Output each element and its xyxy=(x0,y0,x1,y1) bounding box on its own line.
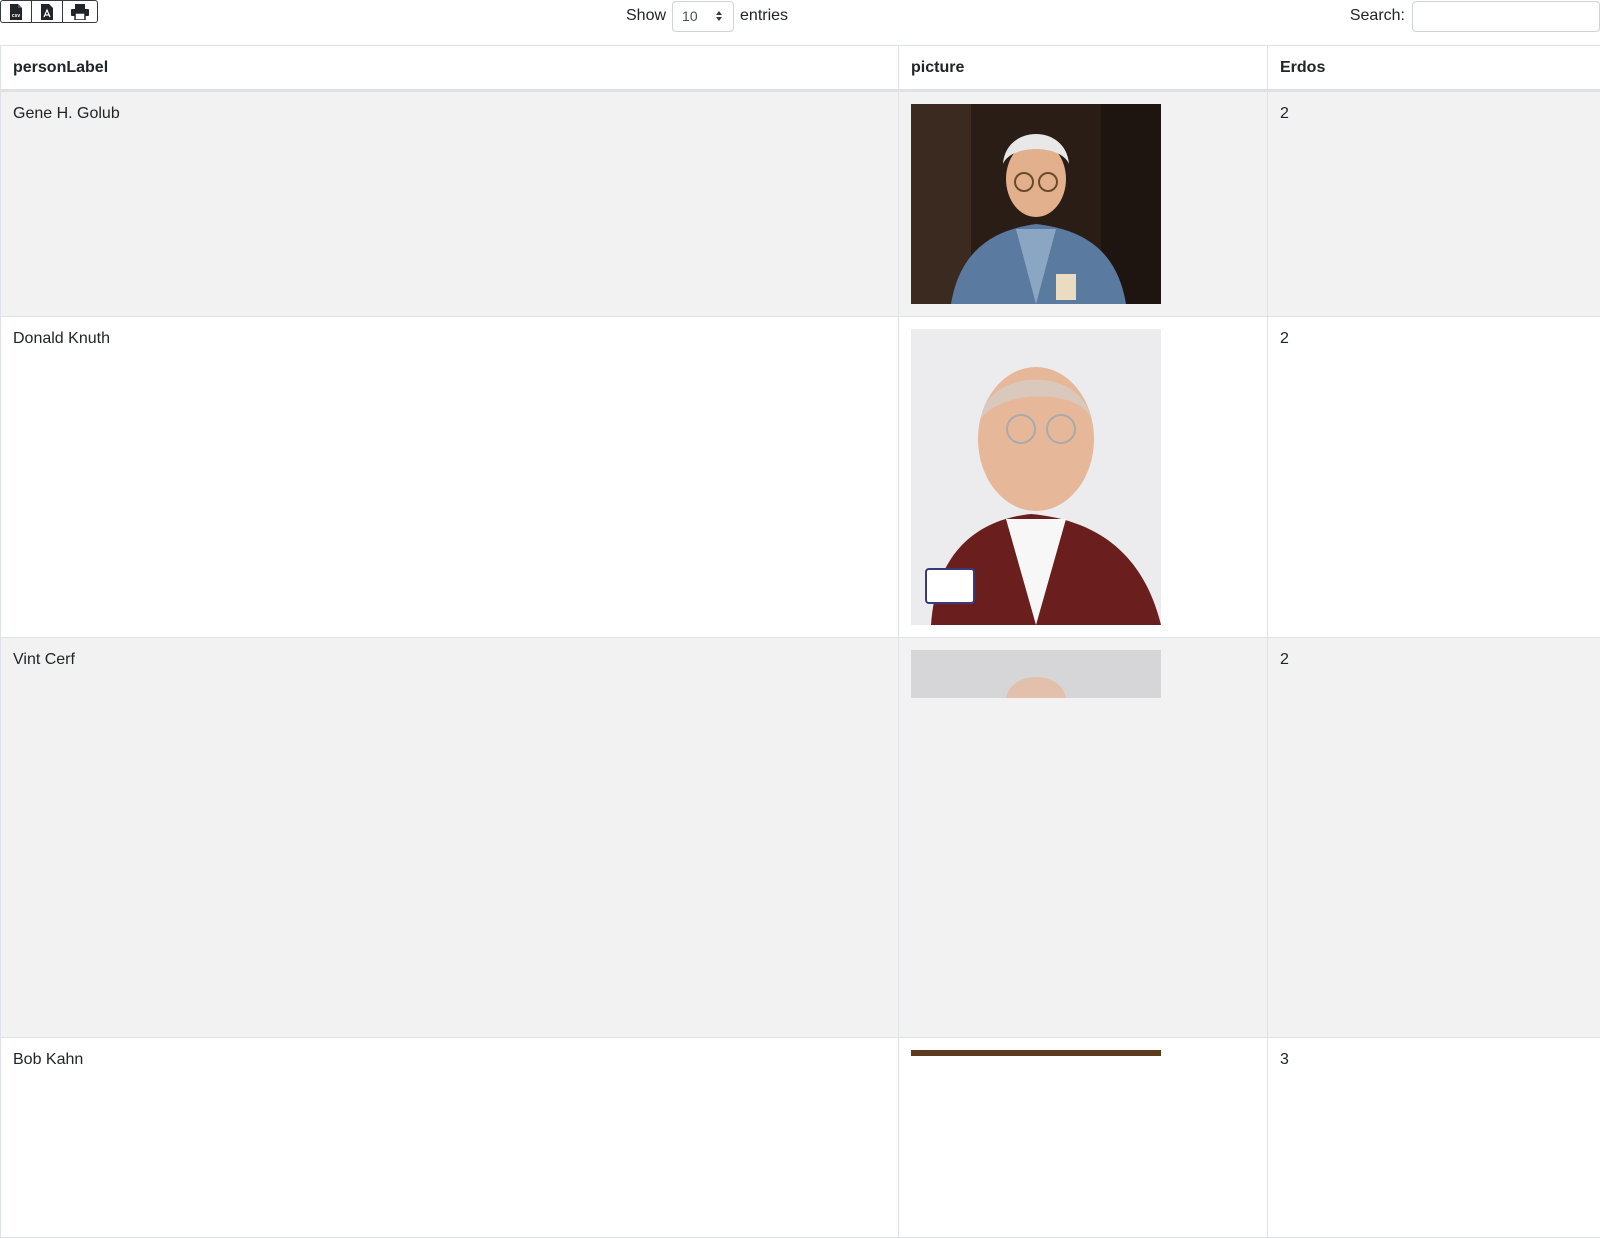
table-row: Vint Cerf 2 xyxy=(1,638,1600,1038)
person-photo[interactable] xyxy=(911,650,1161,698)
picture-cell xyxy=(899,91,1268,317)
table-toolbar: csv Show 10 entries S xyxy=(0,0,1600,45)
csv-file-icon: csv xyxy=(9,4,23,20)
person-label-cell: Gene H. Golub xyxy=(1,91,899,317)
erdos-cell: 3 xyxy=(1268,1038,1600,1238)
erdos-number: 3 xyxy=(1280,1050,1588,1070)
entries-per-page-select[interactable]: 10 xyxy=(672,1,734,32)
table-search: Search: xyxy=(1350,0,1600,32)
erdos-number: 2 xyxy=(1280,650,1588,670)
svg-text:csv: csv xyxy=(12,13,21,19)
printer-icon xyxy=(71,4,89,20)
search-input[interactable] xyxy=(1412,1,1600,32)
picture-cell xyxy=(899,1038,1268,1238)
column-header-erdos[interactable]: Erdos xyxy=(1268,46,1600,91)
csv-export-button[interactable]: csv xyxy=(1,1,32,22)
person-name: Vint Cerf xyxy=(13,650,886,670)
person-photo[interactable] xyxy=(911,104,1161,304)
picture-cell xyxy=(899,638,1268,1038)
table-row: Gene H. Golub 2 xyxy=(1,91,1600,317)
export-button-group: csv xyxy=(0,0,98,23)
show-label: Show xyxy=(626,7,666,25)
table-header-row: personLabel picture Erdos xyxy=(1,46,1600,91)
column-header-personlabel[interactable]: personLabel xyxy=(1,46,899,91)
table-row: Bob Kahn 3 xyxy=(1,1038,1600,1238)
erdos-number: 2 xyxy=(1280,329,1588,349)
search-label: Search: xyxy=(1350,7,1405,25)
results-table: personLabel picture Erdos Gene H. Golub xyxy=(0,45,1600,1238)
person-photo[interactable] xyxy=(911,329,1161,625)
pdf-export-button[interactable] xyxy=(32,1,63,22)
erdos-cell: 2 xyxy=(1268,91,1600,317)
entries-per-page-value: 10 xyxy=(682,8,698,24)
person-label-cell: Vint Cerf xyxy=(1,638,899,1038)
person-name: Bob Kahn xyxy=(13,1050,886,1070)
table-row: Donald Knuth 2 xyxy=(1,317,1600,638)
sort-arrows-icon xyxy=(715,10,723,22)
erdos-cell: 2 xyxy=(1268,317,1600,638)
person-photo[interactable] xyxy=(911,1050,1161,1056)
print-button[interactable] xyxy=(63,1,97,22)
erdos-number: 2 xyxy=(1280,104,1588,124)
person-name: Gene H. Golub xyxy=(13,104,886,124)
entries-length-control: Show 10 entries xyxy=(626,0,788,32)
person-label-cell: Bob Kahn xyxy=(1,1038,899,1238)
entries-label: entries xyxy=(740,7,788,25)
column-header-picture[interactable]: picture xyxy=(899,46,1268,91)
person-label-cell: Donald Knuth xyxy=(1,317,899,638)
person-name: Donald Knuth xyxy=(13,329,886,349)
picture-cell xyxy=(899,317,1268,638)
pdf-file-icon xyxy=(40,4,54,20)
erdos-cell: 2 xyxy=(1268,638,1600,1038)
